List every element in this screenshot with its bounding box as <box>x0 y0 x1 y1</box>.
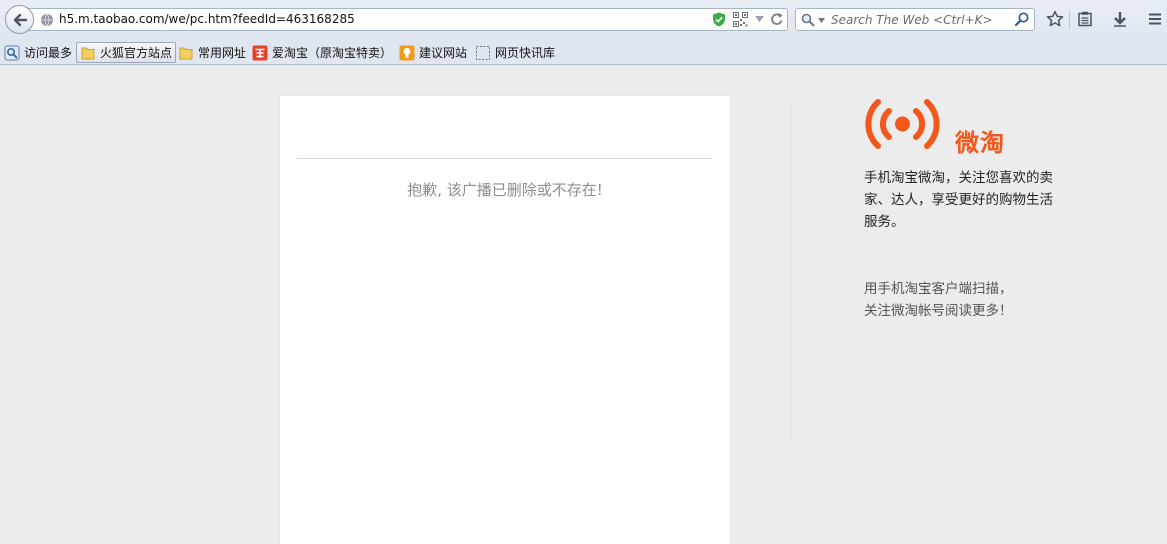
web-search-bar[interactable] <box>795 8 1035 31</box>
vertical-divider <box>790 101 791 441</box>
bookmark-ai-taobao[interactable]: 爱淘宝（原淘宝特卖） <box>252 42 392 63</box>
folder-icon <box>81 47 95 59</box>
feed-card: 抱歉, 该广播已删除或不存在! <box>280 96 730 544</box>
bookmark-label: 建议网站 <box>419 46 468 60</box>
bookmark-suggested-sites[interactable]: 建议网站 <box>399 42 467 63</box>
divider <box>297 158 712 159</box>
error-message: 抱歉, 该广播已删除或不存在! <box>407 181 603 199</box>
bookmark-label: 火狐官方站点 <box>100 46 173 60</box>
webslice-icon <box>476 45 490 60</box>
bookmark-label: 访问最多 <box>24 46 73 60</box>
menu-icon[interactable] <box>1145 9 1165 29</box>
reload-icon[interactable] <box>770 12 784 27</box>
url-text[interactable]: h5.m.taobao.com/we/pc.htm?feedId=4631682… <box>59 12 355 26</box>
toolbar-separator <box>1069 11 1070 29</box>
url-bar[interactable]: h5.m.taobao.com/we/pc.htm?feedId=4631682… <box>28 8 788 31</box>
bookmark-firefox-official[interactable]: 火狐官方站点 <box>76 42 177 63</box>
bookmark-web-slice[interactable]: 网页快讯库 <box>475 42 555 63</box>
bookmarks-toolbar: 访问最多 火狐官方站点 常用网址 爱淘宝（原淘宝特卖） 建议网站 网页快讯库 <box>0 39 1167 65</box>
security-shield-icon[interactable] <box>712 12 726 27</box>
bookmarks-menu-icon[interactable] <box>1075 9 1095 29</box>
brand-name: 微淘 <box>955 129 1005 157</box>
bookmark-star-icon[interactable] <box>1045 9 1065 29</box>
back-button[interactable] <box>5 5 34 34</box>
page-content: 抱歉, 该广播已删除或不存在! 微淘 手机淘宝微淘，关注您喜欢的卖家、达人，享受… <box>0 66 1167 544</box>
bookmark-label: 爱淘宝（原淘宝特卖） <box>272 46 393 60</box>
scan-line: 关注微淘帐号阅读更多！ <box>864 303 1013 319</box>
history-dropdown-icon[interactable] <box>755 16 764 23</box>
broadcast-logo-icon <box>865 99 940 149</box>
bulb-icon <box>399 45 415 60</box>
scan-instructions: 用手机淘宝客户端扫描， 关注微淘帐号阅读更多！ <box>864 278 1054 322</box>
bookmark-label: 网页快讯库 <box>495 46 556 60</box>
qr-code-icon[interactable] <box>733 12 748 27</box>
download-icon[interactable] <box>1110 9 1130 29</box>
bookmark-label: 常用网址 <box>198 46 247 60</box>
globe-icon <box>41 13 53 27</box>
search-engine-icon[interactable] <box>801 13 815 27</box>
back-arrow-icon <box>13 13 27 26</box>
bookmark-most-visited[interactable]: 访问最多 <box>4 42 72 63</box>
search-input[interactable] <box>831 9 1009 30</box>
chevron-down-icon[interactable] <box>818 18 825 23</box>
taobao-icon <box>252 45 268 60</box>
folder-icon <box>179 47 193 59</box>
scan-line: 用手机淘宝客户端扫描， <box>864 281 1013 297</box>
browser-toolbar: h5.m.taobao.com/we/pc.htm?feedId=4631682… <box>0 0 1167 39</box>
brand-description: 手机淘宝微淘，关注您喜欢的卖家、达人，享受更好的购物生活服务。 <box>864 170 1053 230</box>
search-go-icon[interactable] <box>1015 12 1030 27</box>
most-visited-icon <box>4 45 20 60</box>
bookmark-common-sites[interactable]: 常用网址 <box>178 42 246 63</box>
